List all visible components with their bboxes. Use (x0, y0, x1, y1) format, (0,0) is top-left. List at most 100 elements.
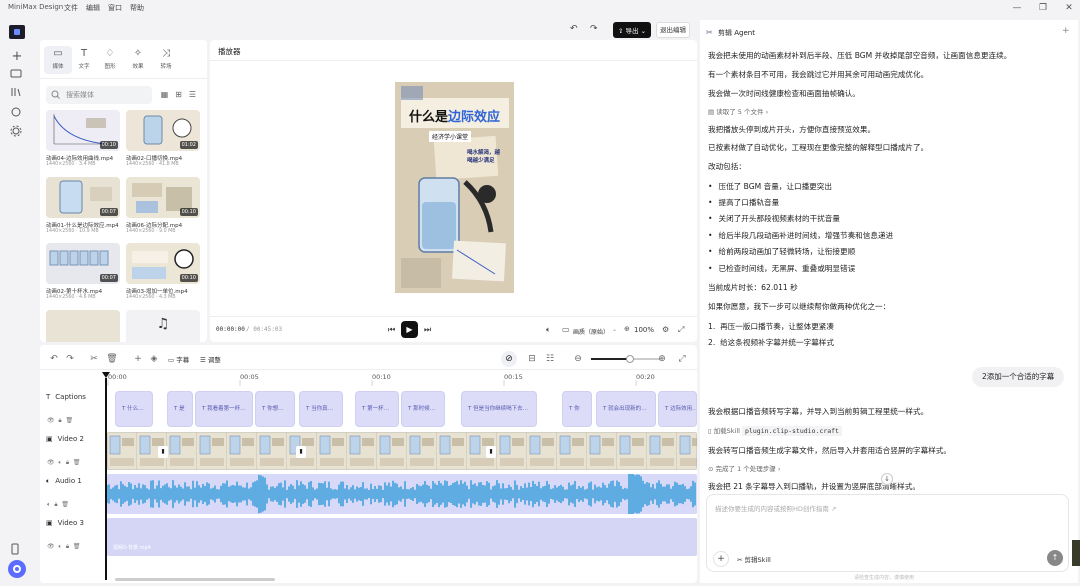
redo-icon[interactable]: ↷ (64, 353, 76, 365)
track-label-video2: ▣ Video 2 (46, 435, 84, 443)
fit-icon[interactable]: ⤢ (676, 353, 688, 365)
option-item: 1. 再压一版口播节奏，让整体更紧凑 (708, 322, 834, 331)
previous-frame-icon[interactable]: ⏮ (388, 325, 395, 335)
chat-input-box[interactable]: 描述你要生成的内容或按照HD创作指南 ↗ + ✂ 剪辑Skill ↑ (706, 494, 1069, 572)
quality-select[interactable]: 画质（原始） (573, 327, 609, 336)
steps-done[interactable]: ⊙ 完成了 1 个处理步骤 › (708, 463, 780, 473)
audio-clip[interactable] (107, 474, 697, 514)
timeline-scrollbar[interactable] (115, 578, 275, 581)
list-item[interactable]: 00:10 动画04-边际效用曲线.mp4 1440×2560 · 3.4 MB (46, 110, 120, 167)
exit-edit-button[interactable]: 退出编辑 (656, 22, 690, 38)
track-controls[interactable]: 👁︎ 🔈︎ 🔒︎ 🗑︎ (47, 459, 80, 467)
file-meta: 1440×2560 · 3.4 MB (46, 162, 96, 167)
menu-file[interactable]: 文件 (64, 3, 78, 13)
caption-clip[interactable]: T 当你真… (299, 391, 343, 427)
track-controls[interactable]: 🔈︎ 🔒︎ 🗑︎ (47, 501, 69, 509)
track-view-icon[interactable]: ☷ (544, 353, 556, 365)
caption-clip[interactable]: T 你 (562, 391, 592, 427)
caption-clip[interactable]: T 那时候… (401, 391, 445, 427)
attach-button[interactable]: + (713, 551, 729, 567)
read-files-step[interactable]: ▤ 读取了 5 个文件 › (708, 106, 768, 116)
large-grid-icon[interactable]: ⊞ (172, 88, 185, 101)
list-item[interactable]: 01:02 动画02-口播切换.mp4 1440×2560 · 41.8 MB (126, 110, 200, 167)
plugin-icon[interactable] (10, 106, 24, 120)
transition-icon[interactable]: ▮ (158, 446, 168, 458)
chat-input[interactable]: 描述你要生成的内容或按照HD创作指南 ↗ (715, 503, 836, 513)
library-icon[interactable] (10, 87, 24, 101)
caption-clip[interactable]: T 第一杯… (355, 391, 399, 427)
volume-icon[interactable]: 🔈︎ (546, 325, 551, 335)
media-thumbnail: 00:10 (126, 243, 200, 284)
list-item[interactable]: 00:10 动画03-增加一单位.mp4 1440×2560 · 4.3 MB (126, 243, 200, 300)
quality-icon[interactable]: ▭ (562, 325, 570, 334)
track-controls[interactable]: 👁︎ 🔈︎ 🔒︎ 🗑︎ (47, 543, 80, 551)
avatar[interactable] (8, 560, 26, 578)
new-chat-icon[interactable]: + (1062, 26, 1070, 36)
menu-window[interactable]: 窗口 (108, 3, 122, 13)
caption-clip[interactable]: T 但是当你继续喝下去… (461, 391, 537, 427)
transition-icon[interactable]: ▮ (296, 446, 306, 458)
folder-icon[interactable] (10, 68, 24, 82)
tab-transitions[interactable]: ⤨ 转场 (152, 48, 180, 70)
video3-clip[interactable]: 视频0-背景.mp4 (107, 518, 697, 556)
caption-clip[interactable]: T 我看着第一杯… (195, 391, 253, 427)
split-view-icon[interactable]: ⊟ (526, 353, 538, 365)
video-preview[interactable]: 什么是边际效应 经济学小课堂 喝水解渴，越喝越少满足 (395, 82, 514, 293)
scroll-down-icon[interactable]: ↓ (881, 473, 893, 485)
edge-thumbnail (1072, 540, 1080, 566)
caption-clip[interactable]: T 边际效用… (658, 391, 697, 427)
list-item[interactable]: 00:07 动画02-第十杯水.mp4 1440×2560 · 4.6 MB (46, 243, 120, 300)
fullscreen-icon[interactable]: ⤢ (678, 325, 684, 335)
send-button[interactable]: ↑ (1047, 550, 1063, 566)
track-controls[interactable]: 👁︎ 🔒︎ 🗑︎ (47, 417, 73, 425)
zoom-out-icon[interactable]: ⊖ (572, 353, 584, 365)
project-logo-icon[interactable] (9, 25, 25, 39)
zoom-in-icon[interactable]: ⊕ (656, 353, 668, 365)
search-input[interactable]: 搜索媒体 (46, 86, 152, 104)
play-button[interactable]: ▶ (401, 321, 418, 338)
grid-view-icon[interactable]: ▦ (158, 88, 171, 101)
caption-clip[interactable]: T 就会出现新的… (596, 391, 656, 427)
undo-icon[interactable]: ↶ (48, 353, 60, 365)
next-frame-icon[interactable]: ⏭ (424, 325, 431, 335)
add-icon[interactable]: + (132, 353, 144, 365)
skill-step[interactable]: ▯ 加载Skill plugin.clip-studio.craft (708, 425, 842, 436)
tab-shapes[interactable]: ♢ 图形 (96, 48, 124, 70)
delete-icon[interactable]: 🗑︎ (106, 353, 118, 365)
ruler[interactable] (105, 380, 697, 386)
tab-effects[interactable]: ✧ 效果 (124, 48, 152, 70)
film-icon: ▣ (46, 519, 53, 527)
settings-icon[interactable] (10, 125, 24, 139)
export-button[interactable]: ⇪ 导出 ⌄ (613, 22, 651, 38)
caption-clip[interactable]: T 你想… (255, 391, 295, 427)
caption-clip[interactable]: T 是 (167, 391, 193, 427)
zoom-level[interactable]: 100% (634, 326, 654, 334)
undo-button[interactable]: ↶ (570, 24, 578, 34)
transition-icon[interactable]: ▮ (486, 446, 496, 458)
magnet-icon[interactable]: ⊘ (501, 351, 517, 367)
skill-button[interactable]: ✂ 剪辑Skill (737, 554, 771, 564)
close-window-button[interactable]: ✕ (1062, 1, 1076, 15)
redo-button[interactable]: ↷ (590, 24, 598, 34)
minimize-button[interactable]: — (1010, 1, 1024, 15)
adjust-button[interactable]: ☰ 调整 (200, 354, 221, 364)
menu-help[interactable]: 帮助 (130, 3, 144, 13)
list-item[interactable]: 00:10 动画06-边际分配.mp4 1440×2560 · 9.0 MB (126, 177, 200, 234)
list-view-icon[interactable]: ☰ (186, 88, 199, 101)
zoom-slider-handle[interactable] (626, 355, 634, 363)
phone-icon[interactable] (10, 543, 24, 557)
list-item[interactable]: 00:07 动画01-什么是边际效应.mp4 1440×2560 · 10.9 … (46, 177, 120, 234)
layers-icon[interactable]: ◈ (148, 353, 160, 365)
settings-icon[interactable]: ⚙ (662, 325, 669, 334)
cut-icon[interactable]: ✂ (88, 353, 100, 365)
tab-media[interactable]: ▭ 媒体 (44, 46, 72, 74)
media-thumbnail[interactable] (46, 310, 120, 342)
audio-file-icon[interactable]: ♫ (126, 310, 200, 342)
subtitle-button[interactable]: ▭ 字幕 (168, 354, 189, 364)
maximize-button[interactable]: ❐ (1036, 1, 1050, 15)
caption-clip[interactable]: T 什么… (115, 391, 153, 427)
tab-text[interactable]: T 文字 (70, 48, 98, 70)
plus-icon[interactable]: + (10, 50, 24, 64)
menu-edit[interactable]: 编辑 (86, 3, 100, 13)
video-clip-strip[interactable] (107, 432, 697, 470)
